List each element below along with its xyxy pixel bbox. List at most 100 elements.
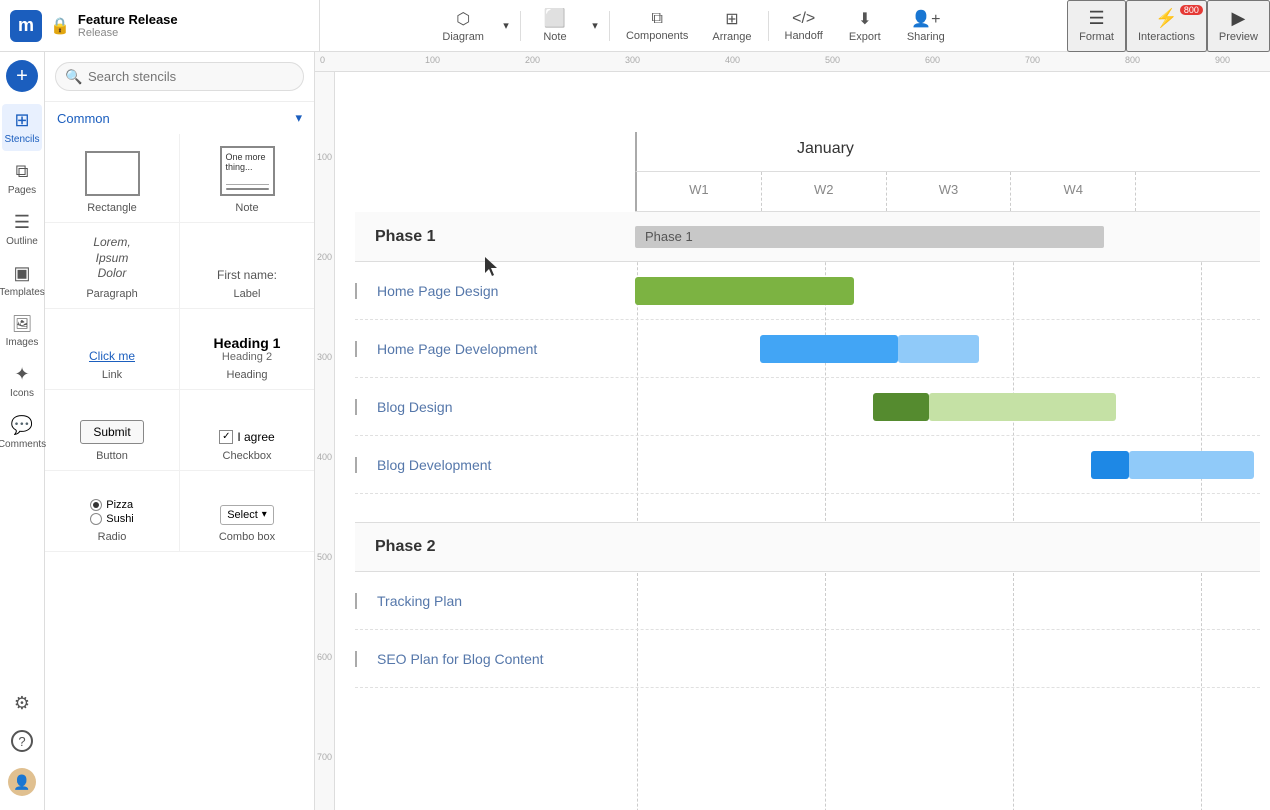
export-button[interactable]: ⬇ Export (835, 0, 895, 52)
heading-preview: Heading 1 Heading 2 (214, 335, 281, 363)
sidebar-item-templates[interactable]: ▣ Templates (2, 257, 42, 304)
stencils-icon: ⊞ (14, 110, 29, 131)
seo-row: SEO Plan for Blog Content (355, 630, 1260, 688)
sidebar-item-pages[interactable]: ⧉ Pages (2, 155, 42, 202)
interactions-button[interactable]: ⚡ Interactions 800 (1126, 0, 1207, 52)
note-label: Note (543, 31, 566, 43)
stencil-note[interactable]: One more thing... Note (180, 134, 314, 222)
stencil-checkbox[interactable]: ✓ I agree Checkbox (180, 390, 314, 470)
settings-icon: ⚙ (14, 693, 30, 714)
sidebar-item-images[interactable]: 🖼 Images (2, 308, 42, 354)
search-box: 🔍 (45, 52, 314, 102)
arrange-label: Arrange (712, 31, 751, 43)
stencil-row-4: Submit Button ✓ I agree Checkbox (45, 390, 314, 471)
week-w4: W4 (1010, 172, 1135, 211)
format-label: Format (1079, 31, 1114, 43)
ruler-mark-500: 500 (825, 55, 840, 65)
logo-area: m 🔒 Feature Release Release (0, 0, 320, 51)
ruler-v-300: 300 (317, 352, 332, 362)
stencil-chevron-icon[interactable]: ▾ (295, 110, 302, 126)
ruler-v-200: 200 (317, 252, 332, 262)
arrange-icon: ⊞ (725, 9, 738, 29)
note-dropdown[interactable]: ▾ (585, 0, 605, 52)
stencil-row-1: Rectangle One more thing... Note (45, 134, 314, 223)
avatar[interactable]: 👤 (2, 762, 42, 802)
paragraph-label: Paragraph (86, 288, 137, 300)
gantt-chart: January Febr W1 W2 W3 W4 Phase 1 Phase 1 (355, 132, 1260, 790)
week-w1: W1 (635, 172, 761, 211)
phase2-row: Phase 2 (355, 522, 1260, 572)
blog-dev-row: Blog Development (355, 436, 1260, 494)
note-preview: One more thing... (220, 146, 275, 196)
note-button[interactable]: ⬜ Note (525, 0, 585, 52)
ruler-mark-100: 100 (425, 55, 440, 65)
stencil-category-label[interactable]: Common (57, 111, 110, 126)
search-input[interactable] (55, 62, 304, 91)
components-icon: ⧉ (651, 10, 662, 28)
radio-label: Radio (98, 531, 127, 543)
add-button[interactable]: + (6, 60, 38, 92)
january-label: January (797, 140, 854, 158)
handoff-label: Handoff (785, 30, 823, 42)
lock-icon: 🔒 (50, 16, 70, 36)
stencil-link[interactable]: Click me Link (45, 309, 180, 389)
avatar-icon: 👤 (8, 768, 36, 796)
topbar: m 🔒 Feature Release Release ⬡ Diagram ▾ … (0, 0, 1270, 52)
gantt-month-headers: January Febr (635, 132, 1260, 172)
templates-icon: ▣ (13, 263, 30, 284)
stencil-label-item[interactable]: First name: Label (180, 223, 314, 308)
week-w3: W3 (886, 172, 1011, 211)
left-icon-sidebar: + ⊞ Stencils ⧉ Pages ☰ Outline ▣ Templat… (0, 52, 45, 810)
home-dev-label: Home Page Development (355, 341, 635, 357)
toolbar-sep-1 (520, 11, 521, 41)
stencil-panel: 🔍 Common ▾ Rectangle One more thing... N… (45, 52, 315, 810)
diagram-button[interactable]: ⬡ Diagram (430, 0, 496, 52)
button-label: Button (96, 450, 128, 462)
stencil-button[interactable]: Submit Button (45, 390, 180, 470)
checkbox-label: Checkbox (223, 450, 272, 462)
preview-icon: ▶ (1232, 8, 1246, 29)
file-title: Feature Release (78, 12, 178, 27)
blog-design-label: Blog Design (355, 399, 635, 415)
link-label: Link (102, 369, 122, 381)
select-preview: Select▾ (220, 505, 274, 525)
label-preview: First name: (217, 268, 277, 282)
stencil-heading[interactable]: Heading 1 Heading 2 Heading (180, 309, 314, 389)
note-label: Note (235, 202, 258, 214)
blog-design-bar-2 (929, 393, 1117, 421)
stencil-grid: Rectangle One more thing... Note Lorem,I… (45, 134, 314, 810)
sharing-button[interactable]: 👤+ Sharing (895, 0, 957, 52)
blog-dev-bar-1 (1091, 451, 1129, 479)
arrange-button[interactable]: ⊞ Arrange (700, 0, 763, 52)
export-icon: ⬇ (858, 9, 871, 29)
sidebar-item-comments[interactable]: 💬 Comments (2, 409, 42, 456)
app-logo[interactable]: m (10, 10, 42, 42)
canvas[interactable]: January Febr W1 W2 W3 W4 Phase 1 Phase 1 (335, 72, 1270, 810)
stencil-combobox[interactable]: Select▾ Combo box (180, 471, 314, 551)
diagram-dropdown[interactable]: ▾ (496, 0, 516, 52)
sidebar-item-icons[interactable]: ✦ Icons (2, 358, 42, 405)
sidebar-item-stencils[interactable]: ⊞ Stencils (2, 104, 42, 151)
stencil-radio[interactable]: Pizza Sushi Radio (45, 471, 180, 551)
handoff-button[interactable]: </> Handoff (773, 0, 835, 52)
images-icon: 🖼 (12, 314, 32, 334)
home-dev-bar-2 (898, 335, 979, 363)
home-design-label: Home Page Design (355, 283, 635, 299)
phase2-label: Phase 2 (355, 538, 635, 556)
blog-dev-bars (635, 436, 1260, 493)
components-button[interactable]: ⧉ Components (614, 0, 700, 52)
format-button[interactable]: ☰ Format (1067, 0, 1126, 52)
stencil-rectangle[interactable]: Rectangle (45, 134, 180, 222)
ruler-v-100: 100 (317, 152, 332, 162)
settings-button[interactable]: ⚙ (2, 687, 42, 720)
preview-button[interactable]: ▶ Preview (1207, 0, 1270, 52)
tracking-bars (635, 572, 1260, 629)
help-button[interactable]: ? (2, 724, 42, 758)
blog-design-row: Blog Design (355, 378, 1260, 436)
stencil-paragraph[interactable]: Lorem,IpsumDolor Paragraph (45, 223, 180, 308)
blog-dev-label: Blog Development (355, 457, 635, 473)
button-preview: Submit (80, 420, 143, 444)
sidebar-item-outline[interactable]: ☰ Outline (2, 206, 42, 253)
phase2-bars (635, 523, 1260, 571)
label-label: Label (234, 288, 261, 300)
